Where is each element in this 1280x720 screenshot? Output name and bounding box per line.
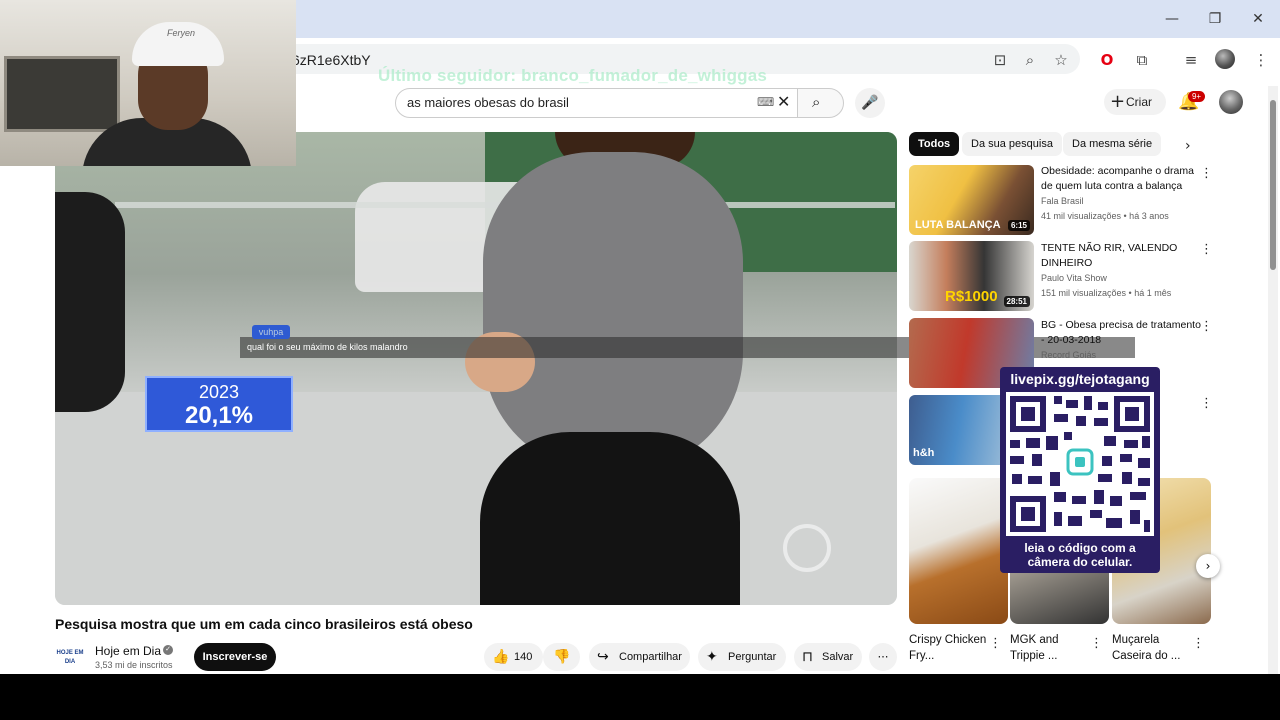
media-queue-icon[interactable]: ≡: [1181, 50, 1201, 70]
sparkle-icon: ✦: [706, 649, 718, 665]
short-title[interactable]: Muçarela Caseira do ...: [1112, 632, 1192, 664]
video-person: [483, 152, 743, 472]
donation-url: livepix.gg/tejotagang: [1010, 371, 1150, 387]
more-actions-button[interactable]: ⋯: [869, 643, 897, 671]
thumbnail-text: R$1000: [945, 288, 998, 305]
share-icon: ↪: [597, 649, 609, 665]
zoom-icon[interactable]: ⌕: [1020, 50, 1040, 70]
webcam-overlay: Feryen: [0, 0, 296, 166]
voice-search-button[interactable]: 🎤: [855, 88, 885, 118]
video-foreground-figure: [55, 192, 125, 412]
video-player[interactable]: 2023 20,1%: [55, 132, 897, 605]
chip-same-series[interactable]: Da mesma série: [1063, 132, 1162, 156]
keyboard-icon[interactable]: ⌨: [757, 95, 774, 109]
chip-all[interactable]: Todos: [909, 132, 960, 156]
short-title[interactable]: MGK and Trippie ...: [1010, 632, 1090, 664]
webcam-cap-logo: Feryen: [167, 28, 196, 38]
short-thumbnail[interactable]: [909, 478, 1008, 624]
chat-message: qual foi o seu máximo de kilos malandro: [247, 342, 408, 352]
recommendation-menu-icon[interactable]: ⋮: [1200, 396, 1213, 411]
broadcaster-watermark-icon: [783, 524, 831, 572]
recommendation-menu-icon[interactable]: ⋮: [1200, 242, 1213, 257]
clear-search-icon[interactable]: ✕: [777, 92, 790, 111]
recommendation-channel[interactable]: Fala Brasil: [1041, 196, 1084, 206]
chat-username: vuhpa: [252, 325, 290, 339]
microphone-icon: 🎤: [861, 95, 879, 111]
recommendation-menu-icon[interactable]: ⋮: [1200, 319, 1213, 334]
minimize-button[interactable]: —: [1160, 8, 1184, 30]
install-icon[interactable]: ⊡: [990, 50, 1010, 70]
thumbnail-text: h&h: [913, 447, 935, 459]
shorts-next-icon[interactable]: ›: [1196, 554, 1220, 578]
video-person-pants: [480, 432, 740, 605]
recommendation-meta: 41 mil visualizações • há 3 anos: [1041, 211, 1169, 221]
subscribe-button[interactable]: Inscrever-se: [194, 643, 276, 671]
channel-logo[interactable]: HOJE EM DIA: [56, 647, 84, 669]
channel-name[interactable]: Hoje em Dia: [95, 644, 161, 658]
last-follower-overlay: Último seguidor: branco_fumador_de_whigg…: [378, 66, 768, 85]
recommendation-title[interactable]: Obesidade: acompanhe o drama de quem lut…: [1041, 164, 1201, 194]
recommendation-title[interactable]: BG - Obesa precisa de tratamento - 20-03…: [1041, 318, 1201, 348]
statistic-year: 2023: [198, 382, 240, 402]
thumbnail-text: LUTA BALANÇA: [915, 219, 1001, 231]
address-bar-url: 6zR1e6XtbY: [292, 52, 371, 68]
video-title: Pesquisa mostra que um em cada cinco bra…: [55, 616, 473, 632]
chevron-right-icon[interactable]: ›: [1185, 138, 1191, 154]
opera-icon[interactable]: O: [1097, 50, 1117, 70]
extensions-icon[interactable]: ⧉: [1132, 50, 1152, 70]
video-duration: 6:15: [1007, 220, 1030, 231]
recommendation-title[interactable]: TENTE NÃO RIR, VALENDO DINHEIRO: [1041, 241, 1201, 271]
profile-avatar[interactable]: [1215, 49, 1235, 69]
recommendation-channel[interactable]: Paulo Vita Show: [1041, 273, 1107, 283]
statistic-box: 2023 20,1%: [145, 376, 293, 432]
subscriber-count: 3,53 mi de inscritos: [95, 660, 173, 670]
thumbs-up-icon: 👍: [492, 649, 510, 665]
screen: — ❐ ✕ 6zR1e6XtbY ⊡ ⌕ ☆ O ⧉ ≡ ⋮ as maiore…: [0, 0, 1280, 720]
qr-code: [1006, 392, 1154, 536]
statistic-value: 20,1%: [184, 402, 254, 429]
like-count: 140: [514, 651, 533, 663]
maximize-button[interactable]: ❐: [1203, 8, 1227, 30]
recommendation-thumbnail[interactable]: LUTA BALANÇA 6:15: [909, 165, 1034, 235]
thumbs-down-icon: 👎: [553, 649, 571, 665]
close-window-button[interactable]: ✕: [1246, 8, 1270, 30]
recommendation-menu-icon[interactable]: ⋮: [1200, 166, 1213, 181]
scrollbar-thumb[interactable]: [1270, 100, 1276, 270]
bookmark-star-icon[interactable]: ☆: [1051, 50, 1071, 70]
recommendation-thumbnail[interactable]: R$1000 28:51: [909, 241, 1034, 311]
more-icon: ⋯: [877, 651, 889, 663]
plus-icon: +: [1110, 91, 1126, 112]
verified-icon: ✓: [163, 645, 173, 655]
qr-caption: leia o código com a câmera do celular.: [1024, 541, 1136, 569]
search-button[interactable]: [797, 88, 844, 118]
video-duration: 28:51: [1003, 296, 1030, 307]
short-menu-icon[interactable]: ⋮: [1192, 636, 1205, 651]
bookmark-icon: ⊓: [802, 649, 813, 665]
recommendation-meta: 151 mil visualizações • há 1 mês: [1041, 288, 1172, 298]
qr-code-image: [1006, 392, 1154, 536]
chip-from-search[interactable]: Da sua pesquisa: [962, 132, 1062, 156]
short-menu-icon[interactable]: ⋮: [989, 636, 1002, 651]
short-menu-icon[interactable]: ⋮: [1090, 636, 1103, 651]
menu-icon[interactable]: ⋮: [1251, 50, 1271, 70]
recommendation-channel[interactable]: Record Goiás: [1041, 350, 1096, 360]
notification-badge: 9+: [1188, 91, 1205, 102]
short-title[interactable]: Crispy Chicken Fry...: [909, 632, 989, 664]
search-query: as maiores obesas do brasil: [407, 95, 569, 110]
account-avatar[interactable]: [1219, 90, 1243, 114]
search-icon: ⌕: [812, 93, 821, 111]
bottom-black-bar: [0, 674, 1280, 720]
webcam-background-window: [4, 56, 120, 132]
